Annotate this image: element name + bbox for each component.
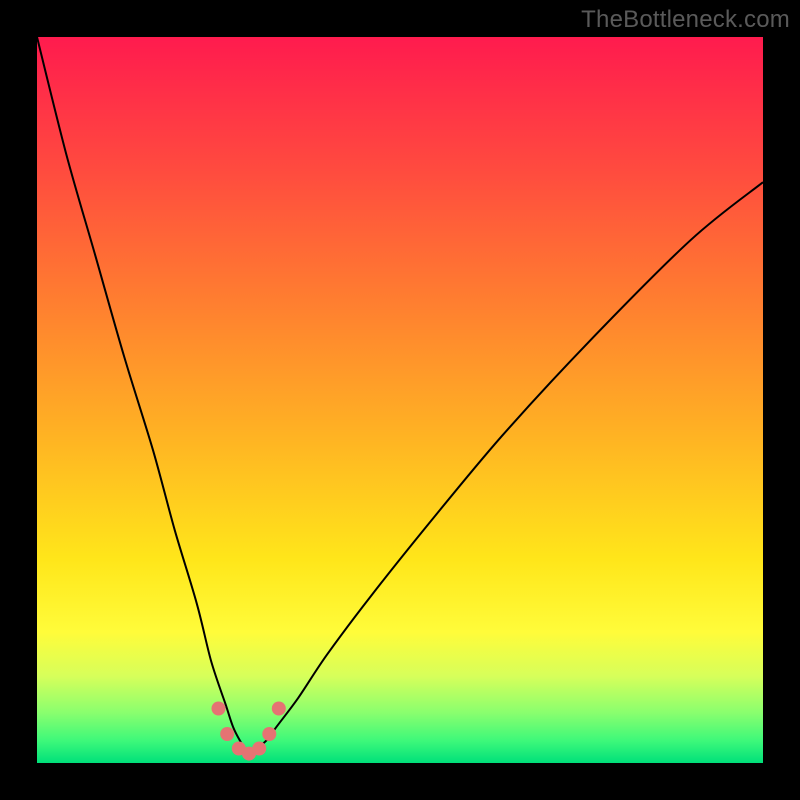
chart-frame: TheBottleneck.com	[0, 0, 800, 800]
curve-dot	[212, 702, 226, 716]
curve-dot	[220, 727, 234, 741]
curve-dot	[262, 727, 276, 741]
plot-area	[37, 37, 763, 763]
curve-dot	[272, 702, 286, 716]
watermark-text: TheBottleneck.com	[581, 6, 790, 34]
chart-svg	[37, 37, 763, 763]
curve-dot	[252, 742, 266, 756]
curve-minimum-dots	[212, 702, 286, 761]
bottleneck-curve	[37, 37, 763, 752]
